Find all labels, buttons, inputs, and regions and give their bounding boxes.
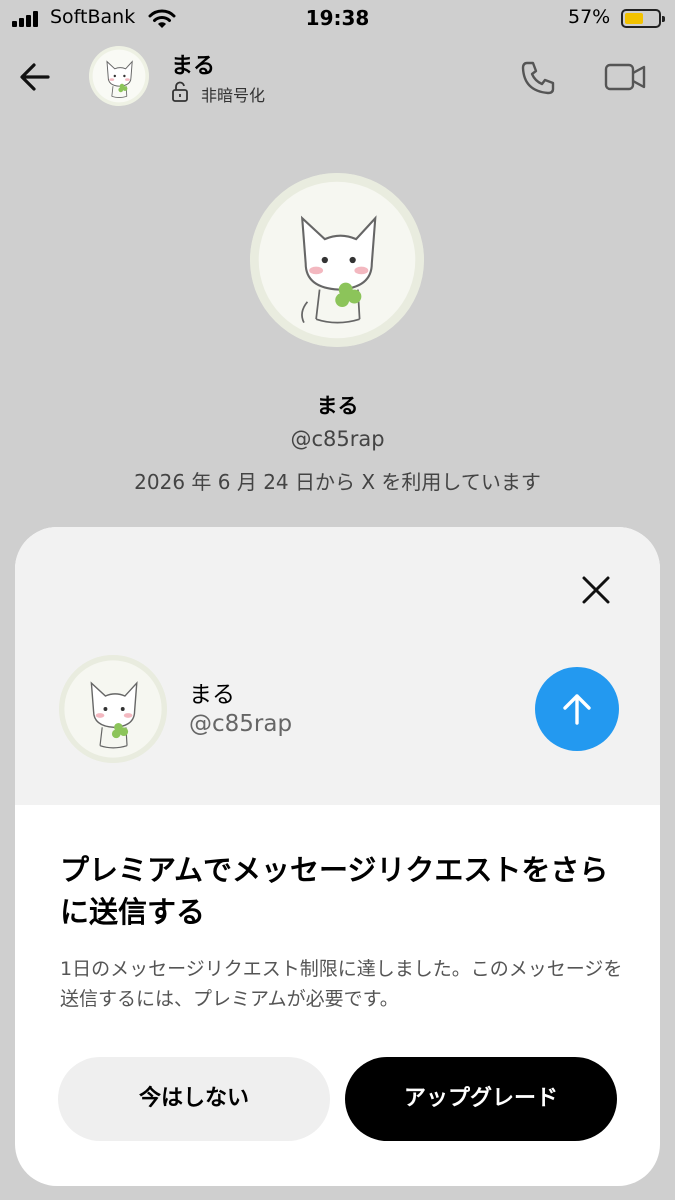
cat-avatar-icon xyxy=(250,173,424,347)
battery-icon xyxy=(621,9,665,28)
upsell-headline: プレミアムでメッセージリクエストをさらに送信する xyxy=(60,853,609,929)
recipient-handle: @c85rap xyxy=(189,711,293,737)
not-now-button[interactable]: 今はしない xyxy=(58,1057,330,1141)
battery-percent: 57% xyxy=(568,6,611,28)
profile-handle: @c85rap xyxy=(290,427,385,451)
upsell-description: 1日のメッセージリクエスト制限に達しました。このメッセージを送信するには、プレミ… xyxy=(60,958,623,1010)
recipient-name: まる xyxy=(189,682,235,708)
phone-icon[interactable] xyxy=(518,58,558,98)
arrow-up-icon xyxy=(563,694,591,725)
avatar[interactable] xyxy=(89,46,149,106)
sheet-recipient-panel: まる @c85rap xyxy=(15,527,660,805)
battery-fill xyxy=(625,13,644,24)
profile-joined-date: 2026 年 6 月 24 日から X を利用しています xyxy=(134,470,541,494)
profile-avatar[interactable] xyxy=(250,173,424,347)
video-camera-icon[interactable] xyxy=(604,60,646,94)
header-name[interactable]: まる xyxy=(171,48,215,80)
profile-name: まる xyxy=(316,394,359,418)
send-button[interactable] xyxy=(535,667,619,751)
encryption-status-text: 非暗号化 xyxy=(201,86,266,105)
status-bar: SoftBank 19:38 57% xyxy=(0,0,675,38)
cat-avatar-icon xyxy=(59,655,167,763)
recipient-avatar xyxy=(59,655,167,763)
arrow-left-icon[interactable] xyxy=(14,56,56,98)
cat-avatar-icon xyxy=(89,46,149,106)
unlocked-lock-icon xyxy=(172,81,188,102)
conversation-header: まる 非暗号化 xyxy=(0,40,675,110)
close-icon[interactable] xyxy=(575,569,617,611)
premium-upsell-sheet: まる @c85rap プレミアムでメッセージリクエストをさらに送信する 1日のメ… xyxy=(15,527,660,1186)
upgrade-button[interactable]: アップグレード xyxy=(345,1057,617,1141)
